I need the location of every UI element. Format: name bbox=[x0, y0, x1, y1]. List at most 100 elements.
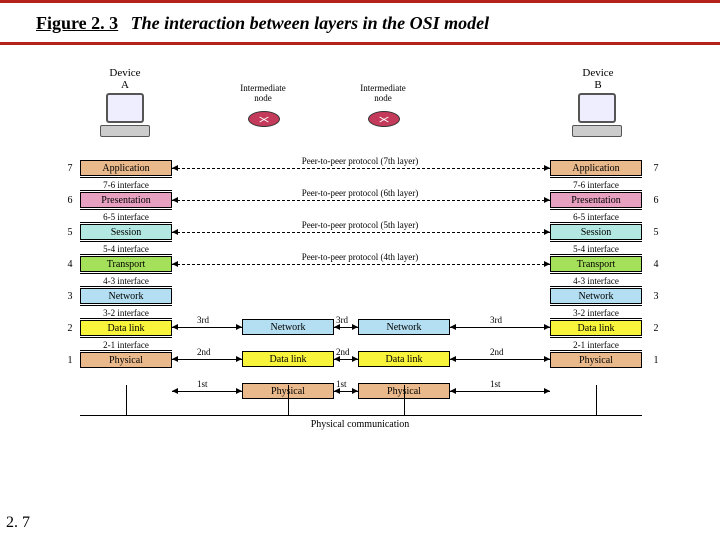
layer-network: Network bbox=[550, 288, 642, 304]
column-device-a: Application7-6 interfacePresentation6-5 … bbox=[80, 160, 172, 369]
layer-presentation: Presentation bbox=[80, 192, 172, 208]
computer-a-icon bbox=[100, 93, 150, 137]
mid-rule bbox=[0, 42, 720, 45]
hop-label: 1st bbox=[197, 379, 208, 389]
router-icon bbox=[248, 111, 280, 127]
layer-transport: Transport bbox=[80, 256, 172, 272]
title-row: Figure 2. 3 The interaction between laye… bbox=[0, 3, 720, 42]
arrow-left-icon bbox=[172, 165, 178, 171]
figure-title: The interaction between layers in the OS… bbox=[131, 13, 490, 33]
phys-vline bbox=[404, 385, 405, 415]
layer-network: Network bbox=[80, 288, 172, 304]
peer-dashed-line bbox=[172, 168, 550, 169]
layer-presentation: Presentation bbox=[550, 192, 642, 208]
hop-line bbox=[450, 359, 550, 360]
hop-label: 3rd bbox=[336, 315, 348, 325]
hop-label: 3rd bbox=[490, 315, 502, 325]
arrow-left-icon bbox=[172, 324, 178, 330]
device-b-label: Device B bbox=[563, 67, 633, 91]
osi-diagram: Device A Device B Intermediate node Inte… bbox=[50, 75, 670, 495]
column-device-b: Application7-6 interfacePresentation6-5 … bbox=[550, 160, 642, 369]
computer-b-icon bbox=[572, 93, 622, 137]
arrow-left-icon bbox=[450, 356, 456, 362]
arrow-right-icon bbox=[352, 388, 358, 394]
hop-label: 2nd bbox=[490, 347, 504, 357]
layer-data-link: Data link bbox=[358, 351, 450, 367]
interface-label: 6-5 interface bbox=[80, 209, 172, 223]
hop-line bbox=[172, 327, 242, 328]
arrow-right-icon bbox=[544, 261, 550, 267]
arrow-left-icon bbox=[172, 261, 178, 267]
hop-line bbox=[172, 359, 242, 360]
arrow-left-icon bbox=[172, 356, 178, 362]
interface-label: 7-6 interface bbox=[80, 177, 172, 191]
layer-number: 4 bbox=[64, 259, 76, 270]
layer-number: 3 bbox=[64, 291, 76, 302]
layer-number: 3 bbox=[650, 291, 662, 302]
interface-label: 4-3 interface bbox=[550, 273, 642, 287]
device-a-label: Device A bbox=[90, 67, 160, 91]
interface-label: 6-5 interface bbox=[550, 209, 642, 223]
peer-dashed-line bbox=[172, 200, 550, 201]
hop-label: 2nd bbox=[197, 347, 211, 357]
layer-number: 6 bbox=[64, 195, 76, 206]
hop-label: 1st bbox=[336, 379, 347, 389]
interface-label: 2-1 interface bbox=[80, 337, 172, 351]
layer-physical: Physical bbox=[550, 352, 642, 368]
layer-application: Application bbox=[550, 160, 642, 176]
layer-network: Network bbox=[242, 319, 334, 335]
layer-number: 1 bbox=[64, 355, 76, 366]
interface-label: 3-2 interface bbox=[80, 305, 172, 319]
layer-network: Network bbox=[358, 319, 450, 335]
hop-label: 1st bbox=[490, 379, 501, 389]
arrow-left-icon bbox=[450, 388, 456, 394]
layer-physical: Physical bbox=[80, 352, 172, 368]
interface-label: 3-2 interface bbox=[550, 305, 642, 319]
hop-label: 2nd bbox=[336, 347, 350, 357]
peer-dashed-line bbox=[172, 264, 550, 265]
arrow-left-icon bbox=[172, 388, 178, 394]
layer-number: 6 bbox=[650, 195, 662, 206]
layer-data-link: Data link bbox=[242, 351, 334, 367]
arrow-right-icon bbox=[236, 388, 242, 394]
arrow-right-icon bbox=[544, 197, 550, 203]
hop-line bbox=[450, 327, 550, 328]
interface-label: 5-4 interface bbox=[550, 241, 642, 255]
node2-label: Intermediate node bbox=[348, 83, 418, 103]
hop-label: 3rd bbox=[197, 315, 209, 325]
arrow-right-icon bbox=[236, 324, 242, 330]
arrow-right-icon bbox=[544, 356, 550, 362]
peer-protocol-label: Peer-to-peer protocol (6th layer) bbox=[240, 188, 480, 198]
layer-session: Session bbox=[550, 224, 642, 240]
phys-vline bbox=[596, 385, 597, 415]
layer-session: Session bbox=[80, 224, 172, 240]
layer-number: 4 bbox=[650, 259, 662, 270]
peer-dashed-line bbox=[172, 232, 550, 233]
peer-protocol-label: Peer-to-peer protocol (5th layer) bbox=[240, 220, 480, 230]
layer-number: 5 bbox=[64, 227, 76, 238]
layer-number: 2 bbox=[650, 323, 662, 334]
interface-label: 7-6 interface bbox=[550, 177, 642, 191]
arrow-right-icon bbox=[544, 165, 550, 171]
arrow-left-icon bbox=[172, 197, 178, 203]
arrow-right-icon bbox=[544, 324, 550, 330]
layer-application: Application bbox=[80, 160, 172, 176]
interface-label: 5-4 interface bbox=[80, 241, 172, 255]
arrow-left-icon bbox=[450, 324, 456, 330]
arrow-right-icon bbox=[544, 388, 550, 394]
layer-data-link: Data link bbox=[550, 320, 642, 336]
node1-label: Intermediate node bbox=[228, 83, 298, 103]
router-icon bbox=[368, 111, 400, 127]
layer-number: 5 bbox=[650, 227, 662, 238]
interface-label: 2-1 interface bbox=[550, 337, 642, 351]
phys-vline bbox=[288, 385, 289, 415]
layer-number: 2 bbox=[64, 323, 76, 334]
peer-protocol-label: Peer-to-peer protocol (7th layer) bbox=[240, 156, 480, 166]
arrow-right-icon bbox=[352, 356, 358, 362]
layer-data-link: Data link bbox=[80, 320, 172, 336]
interface-label: 4-3 interface bbox=[80, 273, 172, 287]
hop-line bbox=[172, 391, 242, 392]
layer-number: 7 bbox=[650, 163, 662, 174]
layer-transport: Transport bbox=[550, 256, 642, 272]
phys-vline bbox=[126, 385, 127, 415]
